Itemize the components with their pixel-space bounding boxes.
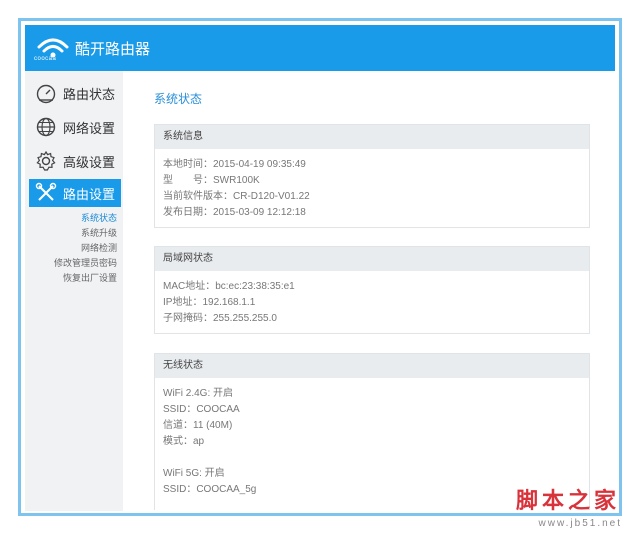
sidebar-item-label: 路由设置 [63, 186, 116, 202]
info-line: MAC地址：bc:ec:23:38:35:e1 [163, 281, 295, 292]
app-title: 酷开路由器 [75, 41, 151, 58]
info-line: IP地址：192.168.1.1 [163, 297, 256, 308]
globe-icon [36, 117, 56, 137]
info-line: 本地时间：2015-04-19 09:35:49 [163, 159, 306, 170]
info-line: 型 号：SWR100K [163, 175, 260, 186]
panel-title: 系统信息 [155, 125, 589, 149]
submenu-network-check[interactable]: 网络检测 [81, 241, 117, 254]
sidebar-item-network-settings[interactable]: 网络设置 [29, 113, 121, 141]
info-line: SSID：COOCAA [163, 404, 240, 415]
submenu-system-upgrade[interactable]: 系统升级 [81, 226, 117, 239]
watermark-text: 脚本之家 [515, 488, 620, 514]
panel-system-info: 系统信息 本地时间：2015-04-19 09:35:49 型 号：SWR100… [154, 124, 590, 228]
sidebar-item-label: 路由状态 [63, 86, 116, 102]
panel-lan-status: 局域网状态 MAC地址：bc:ec:23:38:35:e1 IP地址：192.1… [154, 246, 590, 334]
sidebar: 路由状态 网络设置 高级设置 路由设置 系统状态 系统升级 网络检测 修改管理员… [25, 71, 123, 511]
logo-text: coocaa [34, 56, 57, 62]
info-line: 发布日期：2015-03-09 12:12:18 [163, 207, 306, 218]
info-line: 模式：ap [163, 436, 205, 447]
panel-title: 局域网状态 [155, 247, 589, 271]
submenu-change-admin-password[interactable]: 修改管理员密码 [54, 256, 117, 269]
tools-icon [35, 182, 57, 201]
sidebar-item-advanced-settings[interactable]: 高级设置 [29, 147, 121, 175]
info-line: 当前软件版本：CR-D120-V01.22 [163, 191, 310, 202]
sidebar-item-label: 高级设置 [63, 154, 116, 170]
info-line: WiFi 5G: 开启 [163, 468, 225, 479]
watermark-url: www.jb51.net [538, 518, 622, 529]
info-line: 信道：11 (40M) [163, 420, 233, 431]
panel-title: 无线状态 [155, 354, 589, 378]
info-line: WiFi 2.4G: 开启 [163, 388, 234, 399]
header-bar: coocaa 酷开路由器 [25, 25, 615, 71]
submenu-factory-reset[interactable]: 恢复出厂设置 [63, 271, 117, 284]
gear-icon [36, 150, 56, 171]
gauge-icon [36, 84, 56, 104]
sidebar-item-label: 网络设置 [63, 120, 116, 136]
sidebar-item-router-status[interactable]: 路由状态 [29, 79, 121, 107]
sidebar-item-router-settings[interactable]: 路由设置 [29, 179, 121, 207]
page-title: 系统状态 [154, 92, 203, 106]
info-line: 子网掩码：255.255.255.0 [163, 313, 277, 324]
submenu-system-status[interactable]: 系统状态 [81, 211, 117, 224]
